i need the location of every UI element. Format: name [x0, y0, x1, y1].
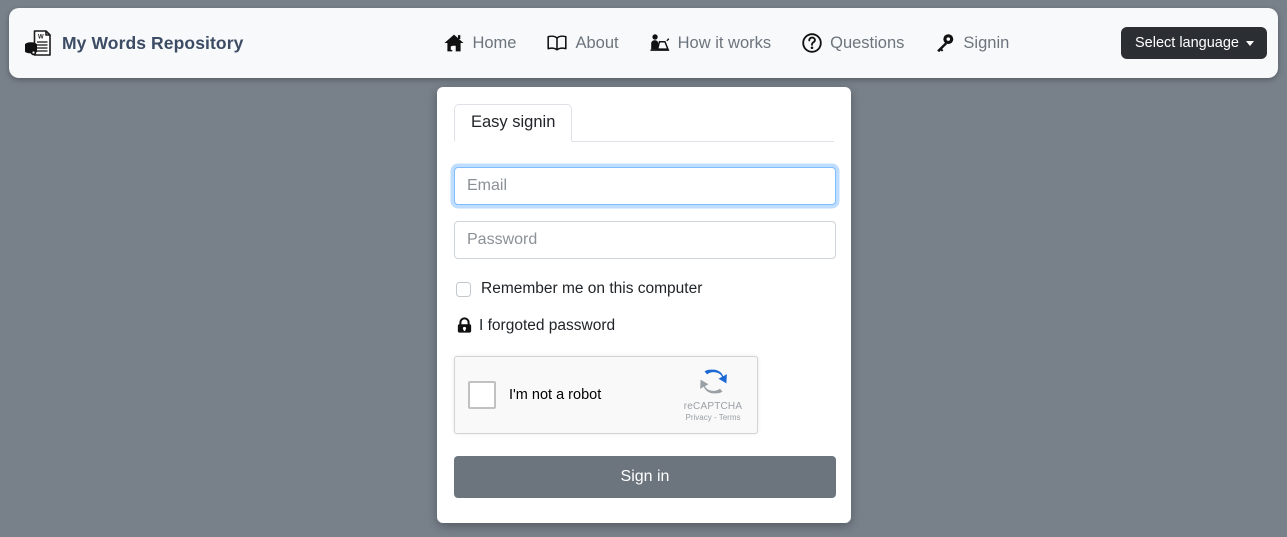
brand-title: My Words Repository: [62, 32, 244, 53]
remember-me-label: Remember me on this computer: [481, 280, 703, 297]
recaptcha-widget: I'm not a robot reCAPTCHA Privacy - Term…: [454, 356, 758, 434]
nav-item-home[interactable]: Home: [443, 32, 516, 54]
remember-me-checkbox[interactable]: [456, 281, 471, 297]
nav-item-signin[interactable]: Signin: [934, 32, 1009, 54]
recaptcha-label: I'm not a robot: [509, 387, 602, 403]
question-circle-icon: [801, 32, 823, 54]
nav-item-how-it-works[interactable]: How it works: [649, 32, 772, 54]
nav-item-about[interactable]: About: [546, 32, 619, 54]
select-language-label: Select language: [1135, 35, 1239, 51]
forgot-password-link[interactable]: I forgoted password: [454, 316, 834, 335]
person-at-laptop-icon: [649, 32, 671, 54]
nav-links: Home About How it works Questions Signin: [443, 32, 1009, 54]
nav-label: About: [575, 33, 619, 52]
nav-label: How it works: [677, 33, 772, 52]
caret-down-icon: [1246, 40, 1254, 46]
navbar: W My Words Repository Home About How it …: [9, 8, 1278, 78]
recaptcha-checkbox[interactable]: [468, 381, 496, 409]
signin-form: Remember me on this computer I forgoted …: [454, 142, 836, 498]
recaptcha-branding: reCAPTCHA Privacy - Terms: [677, 365, 749, 422]
sign-in-button[interactable]: Sign in: [454, 456, 836, 498]
nav-label: Signin: [963, 33, 1010, 52]
email-input[interactable]: [454, 167, 836, 205]
document-database-icon: W: [23, 28, 53, 58]
open-book-icon: [546, 32, 568, 54]
nav-label: Questions: [830, 33, 905, 52]
nav-item-questions[interactable]: Questions: [801, 32, 904, 54]
tab-easy-signin[interactable]: Easy signin: [454, 104, 573, 142]
signin-card: Easy signin Remember me on this computer: [437, 87, 851, 523]
remember-me-row: Remember me on this computer: [454, 280, 834, 298]
tab-list: Easy signin: [454, 103, 834, 142]
lock-icon: [455, 316, 474, 335]
recaptcha-brand-name: reCAPTCHA: [683, 401, 743, 412]
recaptcha-terms[interactable]: Privacy - Terms: [677, 413, 749, 422]
key-icon: [934, 32, 956, 54]
forgot-password-label: I forgoted password: [479, 316, 616, 334]
brand-link[interactable]: W My Words Repository: [23, 28, 243, 58]
password-input[interactable]: [454, 221, 836, 259]
select-language-button[interactable]: Select language: [1121, 27, 1267, 59]
home-icon: [443, 32, 465, 54]
svg-text:W: W: [38, 35, 44, 41]
nav-label: Home: [472, 33, 517, 52]
recaptcha-logo-icon: [677, 365, 749, 398]
